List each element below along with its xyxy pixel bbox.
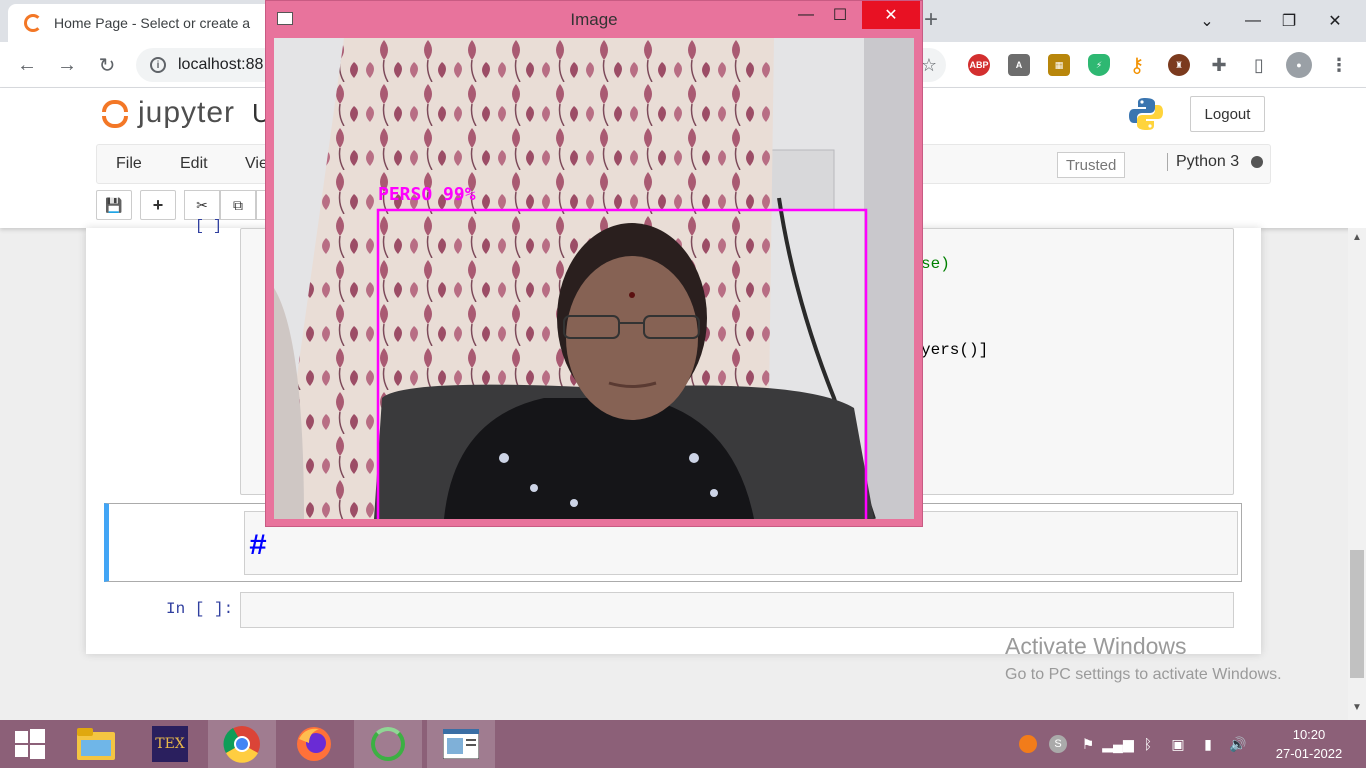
copy-icon[interactable]: ⧉ [220,190,256,220]
switch-board [763,149,835,211]
kernel-status-icon [1251,156,1264,168]
flag-tray-icon[interactable]: ⚑ [1078,734,1098,754]
cell1-prompt: [ ] [195,218,223,235]
kernel-name: Python 3 [1176,153,1240,170]
tab-search-button[interactable]: ⌄ [1184,0,1230,42]
image-window-titlebar[interactable]: Image — ☐ ✕ [266,1,922,37]
image-window: Image — ☐ ✕ PERSO 99% [265,0,923,527]
markdown-text: # [249,530,268,564]
back-arrow-icon[interactable]: ← [12,50,42,80]
site-info-icon[interactable]: i [150,57,166,73]
code-cell-3[interactable] [240,592,1234,628]
reload-icon[interactable]: ↻ [92,50,122,80]
insert-cell-icon[interactable]: + [140,190,176,220]
logout-button[interactable]: Logout [1190,96,1265,132]
volume-tray-icon[interactable]: 🔊 [1228,734,1248,754]
watermark-title: Activate Windows [1005,633,1187,659]
tab-title: Home Page - Select or create a [54,15,251,31]
url-text: localhost:88 [178,56,264,73]
menu-edit[interactable]: Edit [180,155,208,173]
bluetooth-tray-icon[interactable]: ᛒ [1138,734,1158,754]
loading-spinner-icon [24,14,42,32]
code-fragment-1: se) [921,255,950,273]
new-tab-button[interactable]: + [924,6,938,34]
watermark-subtitle: Go to PC settings to activate Windows. [1005,666,1282,683]
file-explorer-icon[interactable] [62,720,130,768]
save-icon[interactable]: 💾 [96,190,132,220]
chrome-menu-icon[interactable]: ⋮ [1328,54,1350,76]
scrollbar-thumb[interactable] [1350,550,1364,678]
kernel-indicator: Python 3 [1167,153,1264,171]
windows-taskbar: TEX S ⚑ ▂▄▆ ᛒ ▣ ▮ 🔊 10:20 27-01-2022 [0,720,1366,768]
image-close-button[interactable]: ✕ [862,1,920,29]
chrome-taskbar-icon[interactable] [208,720,276,768]
jupyter-logo[interactable]: jupyter [100,96,235,130]
battery-tray-icon[interactable]: ▮ [1198,734,1218,754]
image-window-taskbar-icon[interactable] [427,720,495,768]
scroll-up-icon[interactable]: ▲ [1352,232,1362,243]
extensions-puzzle-icon[interactable]: ✚ [1208,54,1230,76]
display-tray-icon[interactable]: ▣ [1168,734,1188,754]
cell3-prompt: In [ ]: [166,600,234,618]
trusted-indicator[interactable]: Trusted [1057,152,1126,178]
code-fragment-2: yers()] [921,341,989,359]
skype-tray-icon[interactable]: S [1048,734,1068,754]
avast-tray-icon[interactable] [1018,734,1038,754]
notebook-toolbar: 💾 + ✂ ⧉ [96,190,268,220]
signal-tray-icon[interactable]: ▂▄▆ [1102,734,1133,754]
shield-extension-icon[interactable]: ⚡ [1088,54,1110,76]
adblock-plus-icon[interactable]: ABP [968,54,990,76]
detection-label: PERSO 99% [378,184,476,205]
activate-windows-watermark: Activate Windows Go to PC settings to ac… [1005,633,1282,684]
windows-start-icon[interactable] [0,720,60,768]
python-logo-icon [1129,98,1163,130]
jupyter-loading-taskbar-icon[interactable] [354,720,422,768]
forward-arrow-icon[interactable]: → [52,50,82,80]
game-extension-icon[interactable]: ▦ [1048,54,1070,76]
image-maximize-button[interactable]: ☐ [820,1,860,29]
clock-date: 27-01-2022 [1275,746,1343,761]
system-clock[interactable]: 10:20 27-01-2022 [1264,725,1354,763]
browser-close-button[interactable]: ✕ [1312,0,1358,42]
badge-extension-icon[interactable]: ♜ [1168,54,1190,76]
side-panel-icon[interactable]: ▯ [1248,54,1270,76]
tex-app-icon[interactable]: TEX [136,720,204,768]
firefox-taskbar-icon[interactable] [280,720,348,768]
jupyter-logo-icon [100,96,130,130]
browser-tab[interactable]: Home Page - Select or create a [8,4,308,42]
jupyter-logo-text: jupyter [138,96,236,129]
profile-avatar-icon[interactable]: ● [1286,52,1312,78]
key-extension-icon[interactable]: ⚷ [1126,54,1148,77]
clock-time: 10:20 [1292,727,1326,742]
browser-restore-button[interactable]: ❐ [1266,0,1312,42]
font-extension-icon[interactable]: A [1008,54,1030,76]
door-edge [864,38,914,519]
webcam-frame: PERSO 99% [274,38,914,519]
scroll-down-icon[interactable]: ▼ [1352,702,1362,713]
menu-file[interactable]: File [116,155,142,173]
cut-icon[interactable]: ✂ [184,190,220,220]
